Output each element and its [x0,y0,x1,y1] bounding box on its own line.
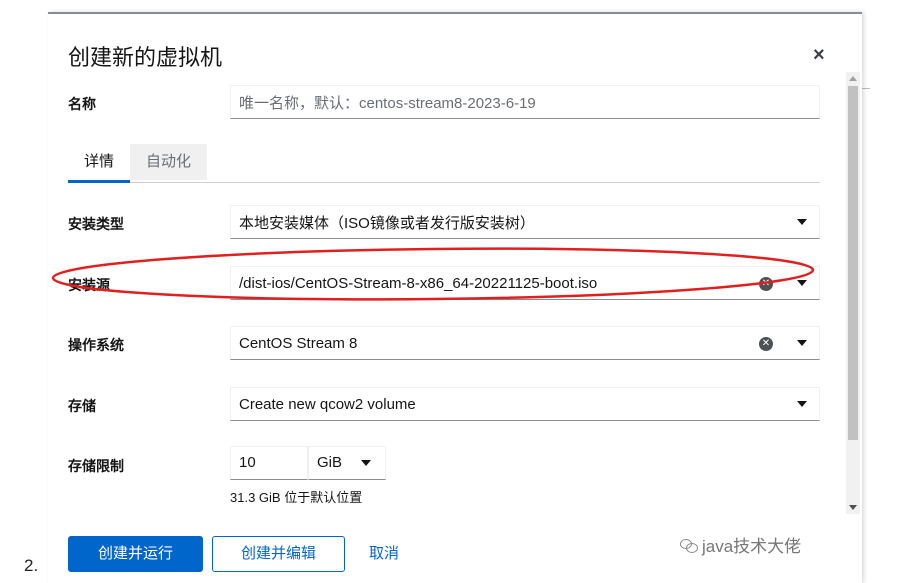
storage-size-input[interactable]: 10 [230,446,308,480]
caret-down-icon[interactable] [797,219,807,225]
background-divider [862,88,870,125]
caret-down-icon[interactable] [797,340,807,346]
dialog-scrollbar[interactable] [846,72,860,514]
clear-icon[interactable]: ✕ [759,337,773,351]
tab-automation[interactable]: 自动化 [130,144,208,180]
caret-down-icon[interactable] [797,401,807,407]
scroll-up-icon[interactable] [849,76,857,81]
os-label: 操作系统 [68,337,124,353]
clear-icon[interactable]: ✕ [759,277,773,291]
install-type-select[interactable]: 本地安装媒体（ISO镜像或者发行版安装树） [230,205,820,239]
watermark: java技术大佬 [680,532,801,557]
storage-unit-value: GiB [317,454,343,471]
create-and-run-button[interactable]: 创建并运行 [68,536,203,572]
caret-down-icon[interactable] [361,460,371,466]
name-input[interactable]: 唯一名称，默认：centos-stream8-2023-6-19 [230,85,820,119]
caret-down-icon[interactable] [797,280,807,286]
install-type-value: 本地安装媒体（ISO镜像或者发行版安装树） [239,214,535,232]
install-source-value: /dist-ios/CentOS-Stream-8-x86_64-2022112… [239,274,598,292]
os-select[interactable]: CentOS Stream 8 ✕ [230,326,820,360]
storage-limit-label: 存储限制 [68,458,124,474]
cancel-button[interactable]: 取消 [356,536,412,572]
list-number: 2. [24,556,39,575]
scroll-thumb[interactable] [848,86,858,440]
tab-bar: 详情 自动化 [68,144,820,183]
install-source-select[interactable]: /dist-ios/CentOS-Stream-8-x86_64-2022112… [230,266,820,300]
background-page-fragment [862,12,898,581]
dialog-title: 创建新的虚拟机 [68,45,223,70]
storage-select[interactable]: Create new qcow2 volume [230,387,820,421]
create-vm-dialog: 创建新的虚拟机 × 名称 唯一名称，默认：centos-stream8-2023… [48,12,862,583]
create-and-edit-button[interactable]: 创建并编辑 [212,536,345,572]
os-value: CentOS Stream 8 [239,334,358,352]
name-label: 名称 [68,96,96,112]
close-icon[interactable]: × [813,44,825,67]
install-type-label: 安装类型 [68,216,124,232]
name-placeholder: 唯一名称，默认：centos-stream8-2023-6-19 [239,94,536,112]
storage-helper-text: 31.3 GiB 位于默认位置 [230,490,363,505]
tab-details[interactable]: 详情 [68,144,131,183]
storage-unit-select[interactable]: GiB [308,446,386,480]
scroll-down-icon[interactable] [849,505,857,510]
watermark-text: java技术大佬 [702,537,802,556]
storage-label: 存储 [68,398,96,414]
storage-value: Create new qcow2 volume [239,395,416,413]
install-source-label: 安装源 [68,277,110,293]
wechat-icon [680,538,698,553]
